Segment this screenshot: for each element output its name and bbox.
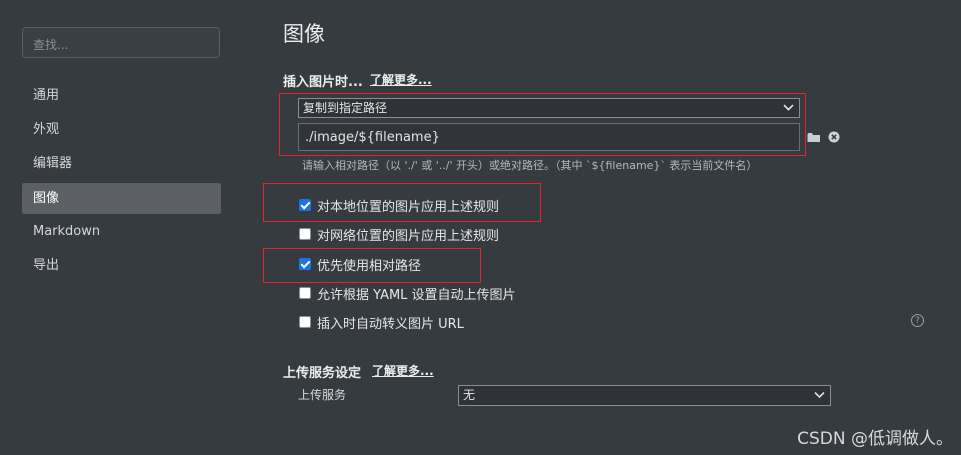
checkbox-apply-network[interactable] bbox=[299, 228, 311, 240]
upload-service-value: 无 bbox=[463, 388, 476, 402]
option-yaml-upload-label: 允许根据 YAML 设置自动上传图片 bbox=[317, 287, 516, 303]
option-yaml-upload[interactable]: 允许根据 YAML 设置自动上传图片 bbox=[299, 284, 516, 303]
option-apply-local-label: 对本地位置的图片应用上述规则 bbox=[317, 199, 500, 215]
upload-section-label: 上传服务设定 bbox=[283, 366, 362, 381]
search-input[interactable]: 查找... bbox=[22, 27, 220, 58]
watermark: CSDN @低调做人。 bbox=[797, 429, 953, 449]
insert-action-value: 复制到指定路径 bbox=[303, 101, 388, 115]
option-escape-url[interactable]: 插入时自动转义图片 URL bbox=[299, 313, 464, 332]
sidebar-item-appearance[interactable]: 外观 bbox=[22, 114, 221, 145]
checkbox-prefer-relative[interactable] bbox=[299, 258, 311, 270]
upload-service-label: 上传服务 bbox=[298, 388, 347, 402]
checkbox-apply-local[interactable] bbox=[299, 199, 311, 211]
preferences-window: 查找... 通用 外观 编辑器 图像 Markdown 导出 图像 插入图片时.… bbox=[0, 0, 961, 455]
sidebar-item-editor[interactable]: 编辑器 bbox=[22, 148, 221, 179]
folder-icon[interactable] bbox=[807, 130, 821, 144]
sidebar-item-markdown[interactable]: Markdown bbox=[22, 216, 221, 247]
option-apply-network[interactable]: 对网络位置的图片应用上述规则 bbox=[299, 225, 500, 244]
option-prefer-relative-label: 优先使用相对路径 bbox=[317, 258, 422, 274]
path-hint-text: 请输入相对路径（以 './' 或 '../' 开头）或绝对路径。（其中 `${f… bbox=[302, 159, 758, 172]
insert-learn-more-link[interactable]: 了解更多... bbox=[370, 71, 432, 88]
question-circle-icon[interactable]: ? bbox=[911, 314, 924, 327]
sidebar-item-general[interactable]: 通用 bbox=[22, 80, 221, 111]
close-circle-icon[interactable] bbox=[827, 130, 841, 144]
image-path-input[interactable]: ./image/${filename} bbox=[298, 123, 800, 151]
option-apply-local[interactable]: 对本地位置的图片应用上述规则 bbox=[299, 196, 500, 215]
sidebar-item-export[interactable]: 导出 bbox=[22, 250, 221, 281]
sidebar: 查找... 通用 外观 编辑器 图像 Markdown 导出 bbox=[0, 0, 245, 455]
page-title: 图像 bbox=[283, 22, 325, 46]
option-escape-url-label: 插入时自动转义图片 URL bbox=[317, 316, 464, 332]
chevron-down-icon bbox=[814, 385, 825, 404]
upload-learn-more-link[interactable]: 了解更多... bbox=[372, 362, 434, 379]
checkbox-yaml-upload[interactable] bbox=[299, 287, 311, 299]
insert-action-select[interactable]: 复制到指定路径 bbox=[298, 98, 800, 118]
checkbox-escape-url[interactable] bbox=[299, 316, 311, 328]
option-apply-network-label: 对网络位置的图片应用上述规则 bbox=[317, 228, 500, 244]
option-prefer-relative[interactable]: 优先使用相对路径 bbox=[299, 255, 422, 274]
upload-service-select[interactable]: 无 bbox=[458, 385, 831, 406]
insert-section-label: 插入图片时... bbox=[283, 75, 363, 90]
sidebar-item-image[interactable]: 图像 bbox=[22, 183, 221, 214]
chevron-down-icon bbox=[783, 98, 794, 116]
